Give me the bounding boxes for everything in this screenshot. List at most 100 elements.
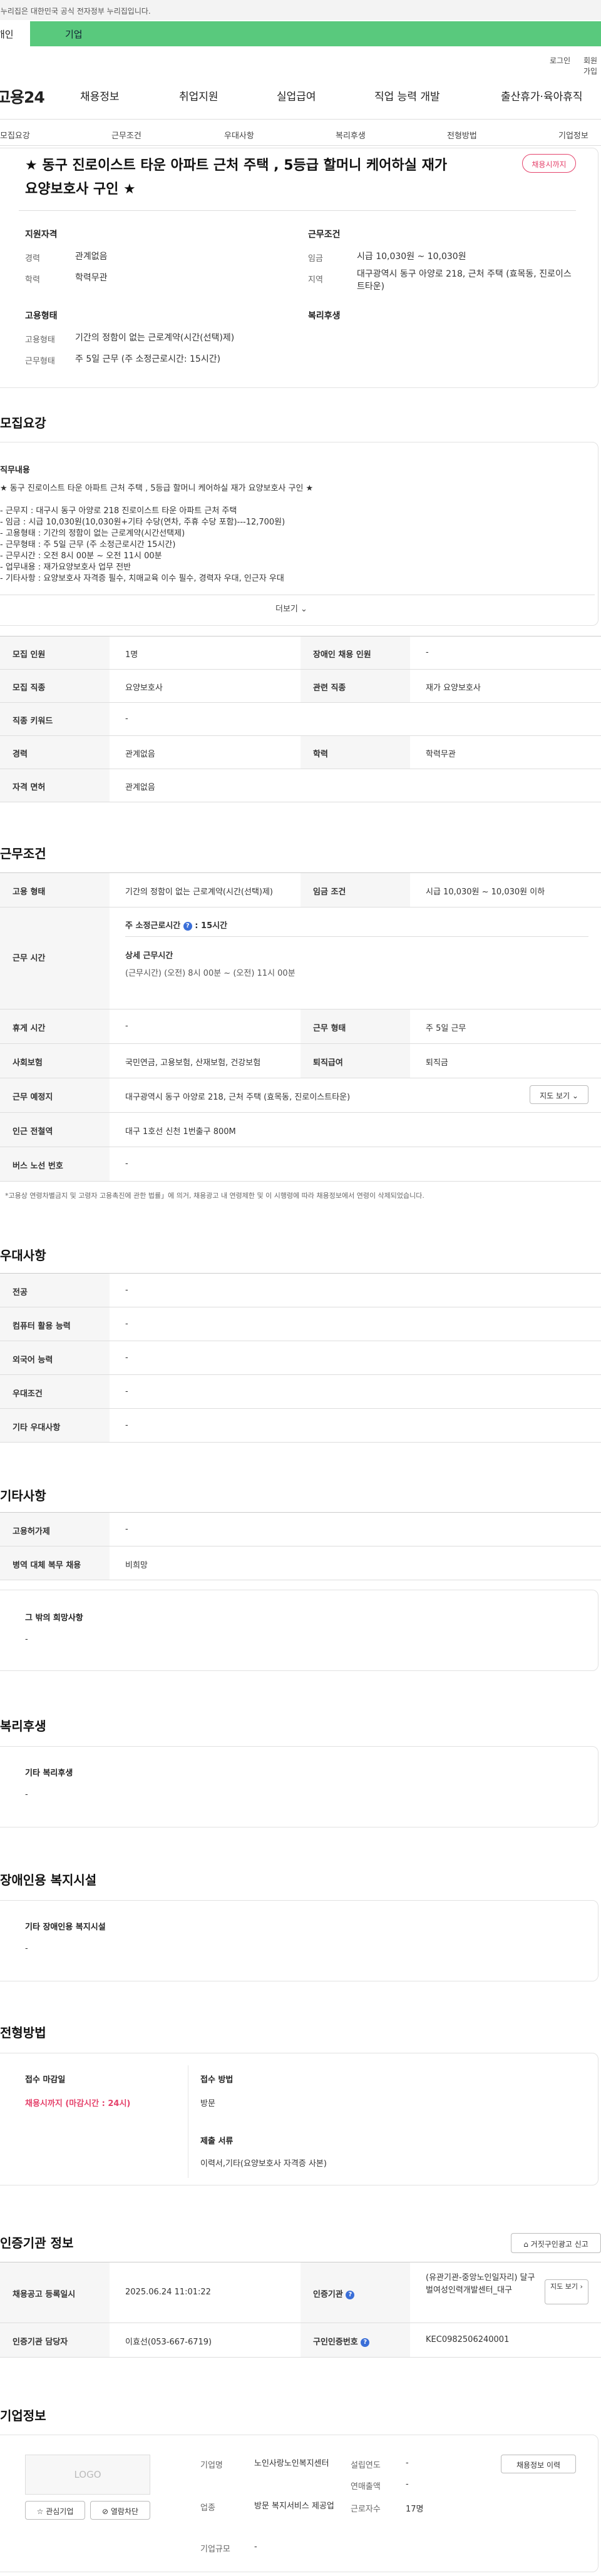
pref-row-3-value: -: [125, 1386, 128, 1396]
pref-heading: 우대사항: [0, 1248, 46, 1263]
station-label: 인근 전철역: [0, 1113, 110, 1147]
career-value: 관계없음: [75, 252, 108, 262]
join-link[interactable]: 회원가입: [583, 55, 601, 76]
gnb-unemployment[interactable]: 실업급여: [277, 88, 316, 103]
region-label: 지역: [308, 275, 323, 285]
star-icon: ☆: [36, 2507, 44, 2516]
emp-heading: 고용형태: [25, 311, 58, 321]
cert-heading: 인증기관 정보: [0, 2236, 74, 2251]
duty-line: - 근무지 : 대구시 동구 아양로 218 진로이스트 타운 아파트 근처 주…: [0, 506, 237, 516]
disab-box-value: -: [25, 1944, 28, 1953]
etc-box-heading: 그 밖의 희망사항: [25, 1613, 83, 1623]
etc-row-1-label: 병역 대체 복무 채용: [0, 1546, 110, 1580]
recruit-row-0-label: 모집 인원: [0, 636, 110, 669]
gnb-leave[interactable]: 출산휴가·육아휴직: [501, 88, 583, 103]
pref-row-4-value: -: [125, 1420, 128, 1430]
etc-row-0-value: -: [125, 1524, 128, 1534]
more-button[interactable]: 더보기 ⌄: [275, 602, 307, 614]
deadline-badge: 채용시까지: [522, 154, 576, 173]
pref-row-2-label: 외국어 능력: [0, 1341, 110, 1374]
gnb-employment-support[interactable]: 취업지원: [179, 88, 218, 103]
org-map-button[interactable]: 지도 보기 ›: [545, 2279, 588, 2304]
block-icon: ⊘: [101, 2507, 109, 2516]
recruit-row-3-label2: 학력: [300, 736, 410, 769]
wage-value: 시급 10,030원 ~ 10,030원: [357, 252, 466, 262]
duty-line: - 기타사항 : 요양보호사 자격증 필수, 치매교육 이수 필수, 경력자 우…: [0, 574, 284, 583]
tab-company[interactable]: 기업: [65, 28, 83, 41]
founded-value: -: [406, 2458, 409, 2468]
etc-box-value: -: [25, 1635, 28, 1644]
recruit-row-1-label: 모집 직종: [0, 670, 110, 702]
info-icon[interactable]: ?: [183, 921, 192, 931]
pref-row-0-label: 전공: [0, 1274, 110, 1307]
reg-label: 채용공고 등록일시: [0, 2262, 110, 2323]
career-label: 경력: [25, 254, 40, 263]
pref-row-4-label: 기타 우대사항: [0, 1409, 110, 1442]
recruit-row-3-label: 경력: [0, 736, 110, 769]
recruit-row-0-value: 1명: [125, 650, 138, 660]
chevron-right-icon: ›: [580, 2282, 583, 2291]
report-button[interactable]: ⌂ 거짓구인광고 신고: [511, 2233, 601, 2253]
block-button[interactable]: ⊘ 열람차단: [90, 2501, 150, 2520]
duty-line: - 임금 : 시급 10,030원(10,030원+기타 수당(연차, 주휴 수…: [0, 518, 285, 527]
recruit-row-3-value: 관계없음: [125, 750, 155, 759]
duty-line: - 업무내용 : 재가요양보호사 업무 전반: [0, 563, 131, 572]
anchor-recruit[interactable]: 모집요강: [0, 129, 30, 141]
recruit-row-3-value2: 학력무관: [426, 750, 456, 759]
workplace-value: 대구광역시 동구 아양로 218, 근처 주택 (효목동, 진로이스트타운): [125, 1093, 351, 1102]
employees-label: 근로자수: [351, 2505, 381, 2514]
rest-value: -: [125, 1021, 128, 1031]
anchor-conditions[interactable]: 근무조건: [111, 129, 141, 141]
founded-label: 설립연도: [351, 2461, 381, 2470]
map-button[interactable]: 지도 보기 ⌄: [530, 1085, 588, 1104]
reg-value: 2025.06.24 11:01:22: [125, 2287, 211, 2297]
login-link[interactable]: 로그인: [550, 55, 570, 66]
anchor-preference[interactable]: 우대사항: [224, 129, 254, 141]
sales-label: 연매출액: [351, 2482, 381, 2492]
duty-line: ★ 동구 진로이스트 타운 아파트 근처 주택 , 5등급 할머니 케어하실 재…: [0, 484, 314, 493]
company-heading: 기업정보: [0, 2408, 46, 2423]
age-note: *고용상 연령차별금지 및 고령자 고용촉진에 관한 법률」에 의거, 채용광고…: [5, 1192, 424, 1200]
industry-label: 업종: [200, 2503, 215, 2513]
industry-value: 방문 복지서비스 제공업: [254, 2502, 334, 2511]
recruit-row-4-value: 관계없음: [125, 783, 155, 792]
anchor-company[interactable]: 기업정보: [558, 129, 588, 141]
site-logo[interactable]: 고용24: [0, 85, 45, 108]
insurance-value: 국민연금, 고용보험, 산재보험, 건강보험: [125, 1058, 261, 1068]
home-icon: ⌂: [523, 2240, 528, 2249]
anchor-welfare[interactable]: 복리후생: [336, 129, 366, 141]
info-icon[interactable]: ?: [346, 2290, 355, 2299]
region-value: 대구광역시 동구 아양로 218, 근처 주택 (효목동, 진로이스트타운): [357, 269, 572, 292]
rest-label: 휴게 시간: [0, 1009, 110, 1043]
job-history-button[interactable]: 채용정보 이력: [501, 2455, 576, 2473]
recruit-row-1-value: 요양보호사: [125, 683, 163, 693]
emptype-value: 기간의 정함이 없는 근로계약(시간(선택)제): [75, 333, 235, 343]
welfare-box-heading: 기타 복리후생: [25, 1769, 73, 1778]
docs-value: 이력서,기타(요양보호사 자격증 사본): [200, 2159, 327, 2169]
info-icon[interactable]: ?: [361, 2338, 370, 2347]
method-value: 방문: [200, 2099, 215, 2108]
edu-label: 학력: [25, 275, 40, 285]
sales-value: -: [406, 2480, 409, 2489]
certno-value: KEC0982506240001: [426, 2335, 510, 2344]
top-tabs: 개인 기업: [0, 21, 601, 46]
workform-value: 주 5일 근무: [426, 1024, 466, 1033]
etc-row-1-value: 비희망: [125, 1560, 148, 1570]
gnb-training[interactable]: 직업 능력 개발: [374, 88, 440, 103]
gnb-jobs[interactable]: 채용정보: [80, 88, 120, 103]
mgr-label: 인증기관 담당자: [0, 2323, 110, 2357]
recruit-row-4-label: 자격 면허: [0, 769, 110, 802]
anchor-process[interactable]: 전형방법: [447, 129, 477, 141]
insurance-label: 사회보험: [0, 1044, 110, 1078]
size-value: -: [254, 2542, 257, 2552]
company-name-label: 기업명: [200, 2461, 223, 2470]
welfare-box: [0, 1746, 598, 1827]
worktype-label: 근무형태: [25, 357, 55, 366]
cond-wage-value: 시급 10,030원 ~ 10,030원 이하: [426, 887, 545, 897]
pref-row-1-value: -: [125, 1319, 128, 1329]
org-value: (유관기관-중앙노인일자리) 달구벌여성인력개발센터_대구: [426, 2273, 535, 2295]
recruit-row-2-value: -: [125, 714, 128, 723]
fav-company-button[interactable]: ☆ 관심기업: [25, 2501, 85, 2520]
recruit-heading: 모집요강: [0, 416, 46, 431]
tab-personal[interactable]: 개인: [0, 21, 30, 46]
